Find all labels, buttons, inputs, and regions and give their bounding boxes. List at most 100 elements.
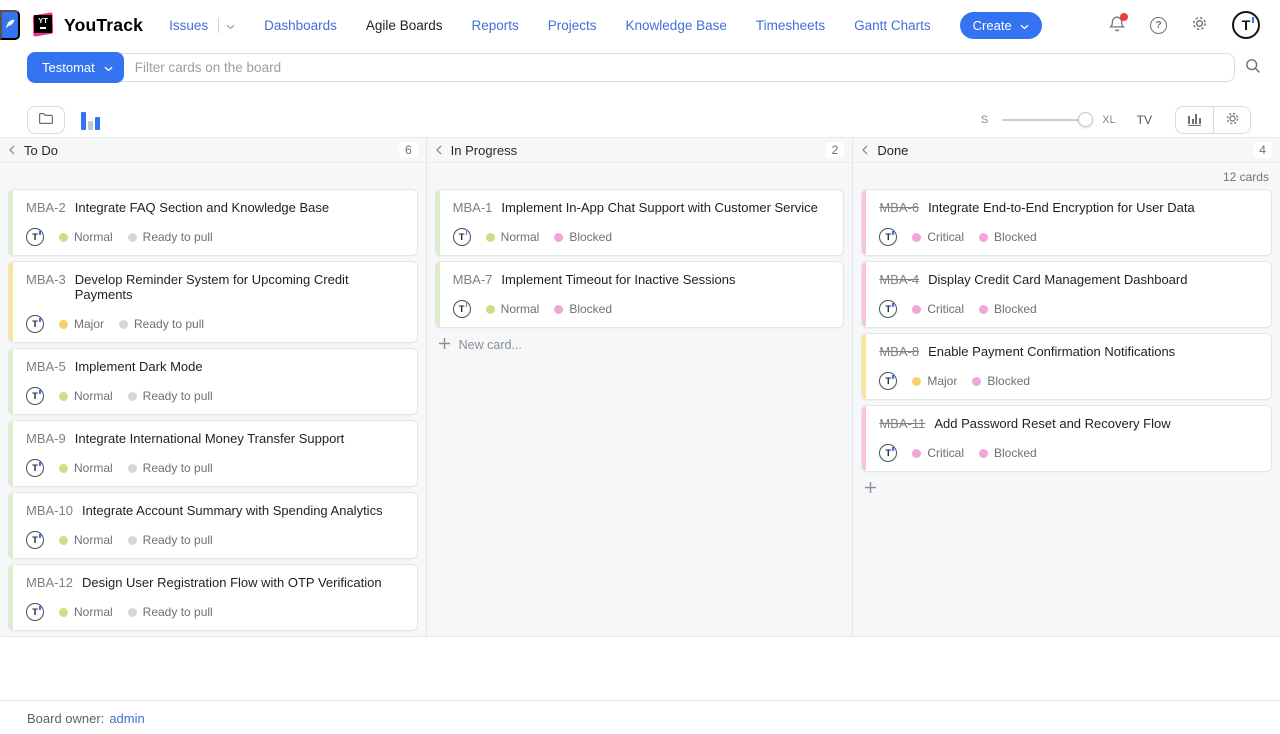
assignee-avatar[interactable]: T — [879, 444, 897, 462]
filter-input[interactable] — [123, 60, 1234, 75]
nav-item[interactable]: Gantt Charts — [854, 18, 931, 33]
board-footer: Board owner: admin — [0, 700, 1280, 726]
issue-card[interactable]: MBA-11 Add Password Reset and Recovery F… — [861, 405, 1272, 472]
priority-label: Critical — [927, 230, 964, 244]
issue-card[interactable]: MBA-7 Implement Timeout for Inactive Ses… — [435, 261, 845, 328]
issue-card[interactable]: MBA-8 Enable Payment Confirmation Notifi… — [861, 333, 1272, 400]
column-collapse-button[interactable] — [8, 143, 16, 158]
priority-label: Normal — [74, 461, 113, 475]
youtrack-logo[interactable]: YT — [32, 12, 56, 38]
card-avatar-letter: T — [885, 304, 891, 315]
chevron-left-icon — [861, 143, 869, 158]
settings-button[interactable] — [1191, 15, 1208, 35]
avatar-accent-mark — [892, 447, 894, 451]
avatar-accent-mark — [466, 231, 468, 235]
priority-badge: Major — [59, 317, 104, 331]
nav-item[interactable]: Projects — [548, 18, 597, 33]
priority-label: Critical — [927, 302, 964, 316]
assignee-avatar[interactable]: T — [453, 228, 471, 246]
assignee-avatar[interactable]: T — [879, 372, 897, 390]
feather-icon — [4, 18, 16, 33]
chevron-left-icon — [435, 143, 443, 158]
avatar-letter: T — [1242, 17, 1251, 33]
card-title: Design User Registration Flow with OTP V… — [82, 575, 382, 590]
state-dot — [128, 464, 137, 473]
sidebar-toggle-button[interactable] — [0, 10, 20, 40]
board-owner-link[interactable]: admin — [109, 711, 144, 726]
board-body: MBA-2 Integrate FAQ Section and Knowledg… — [0, 163, 1280, 636]
card-avatar-letter: T — [32, 319, 38, 330]
assignee-avatar[interactable]: T — [26, 315, 44, 333]
assignee-avatar[interactable]: T — [26, 459, 44, 477]
board-folder-button[interactable] — [27, 106, 65, 134]
assignee-avatar[interactable]: T — [453, 300, 471, 318]
assignee-avatar[interactable]: T — [26, 228, 44, 246]
nav-item[interactable]: Dashboards — [264, 18, 337, 33]
state-badge: Blocked — [554, 230, 612, 244]
state-dot — [119, 320, 128, 329]
assignee-avatar[interactable]: T — [26, 387, 44, 405]
add-card-button[interactable]: New card... — [438, 337, 845, 353]
slider-handle[interactable] — [1078, 112, 1093, 127]
card-size-max-label: XL — [1102, 114, 1115, 126]
card-id: MBA-11 — [879, 416, 925, 431]
column-collapse-button[interactable] — [435, 143, 443, 158]
state-dot — [979, 449, 988, 458]
issue-card[interactable]: MBA-2 Integrate FAQ Section and Knowledg… — [8, 189, 418, 256]
issue-card[interactable]: MBA-6 Integrate End-to-End Encryption fo… — [861, 189, 1272, 256]
card-size-slider[interactable] — [1002, 119, 1090, 121]
priority-badge: Normal — [59, 461, 113, 475]
help-button[interactable]: ? — [1150, 17, 1167, 34]
create-button[interactable]: Create — [960, 12, 1042, 39]
assignee-avatar[interactable]: T — [26, 603, 44, 621]
issue-card[interactable]: MBA-3 Develop Reminder System for Upcomi… — [8, 261, 418, 343]
nav-item[interactable]: Agile Boards — [366, 18, 443, 33]
issue-card[interactable]: MBA-4 Display Credit Card Management Das… — [861, 261, 1272, 328]
state-dot — [979, 305, 988, 314]
notification-dot — [1120, 13, 1128, 21]
board-header: To Do 6 In Progress 2 Done 4 — [0, 138, 1280, 163]
column-collapse-button[interactable] — [861, 143, 869, 158]
issue-card[interactable]: MBA-9 Integrate International Money Tran… — [8, 420, 418, 487]
add-card-button[interactable] — [864, 481, 1272, 497]
tv-mode-button[interactable]: TV — [1137, 113, 1152, 127]
chevron-down-icon — [104, 60, 113, 75]
card-avatar-letter: T — [32, 463, 38, 474]
notifications-button[interactable] — [1108, 15, 1126, 36]
board-toolbar: S XL TV — [27, 106, 1251, 134]
column-count: 6 — [399, 142, 418, 158]
issue-card[interactable]: MBA-5 Implement Dark Mode T Normal Ready… — [8, 348, 418, 415]
priority-label: Critical — [927, 446, 964, 460]
card-priority-stripe — [862, 262, 866, 327]
assignee-avatar[interactable]: T — [879, 300, 897, 318]
nav-item-label: Issues — [169, 18, 208, 33]
search-icon — [1245, 58, 1261, 77]
issue-card[interactable]: MBA-1 Implement In-App Chat Support with… — [435, 189, 845, 256]
chevron-down-icon — [1020, 18, 1029, 33]
card-priority-stripe — [436, 262, 440, 327]
nav-item[interactable]: Issues — [169, 18, 235, 33]
board-settings-button[interactable] — [1213, 107, 1250, 133]
gear-icon — [1191, 15, 1208, 35]
issue-card[interactable]: MBA-10 Integrate Account Summary with Sp… — [8, 492, 418, 559]
issue-card[interactable]: MBA-12 Design User Registration Flow wit… — [8, 564, 418, 631]
card-avatar-letter: T — [32, 232, 38, 243]
board-chart-button[interactable] — [1176, 107, 1213, 133]
user-avatar[interactable]: T — [1232, 11, 1260, 39]
nav-item[interactable]: Knowledge Base — [626, 18, 727, 33]
assignee-avatar[interactable]: T — [879, 228, 897, 246]
card-avatar-letter: T — [885, 448, 891, 459]
card-list: MBA-2 Integrate FAQ Section and Knowledg… — [8, 189, 418, 636]
priority-dot — [486, 305, 495, 314]
chart-view-toggle[interactable] — [81, 111, 100, 130]
assignee-avatar[interactable]: T — [26, 531, 44, 549]
card-id: MBA-8 — [879, 344, 919, 359]
nav-item-dropdown[interactable] — [208, 18, 235, 33]
column-count: 2 — [826, 142, 845, 158]
search-button[interactable] — [1245, 58, 1261, 77]
nav-item[interactable]: Reports — [471, 18, 518, 33]
nav-item[interactable]: Timesheets — [756, 18, 825, 33]
card-list: MBA-6 Integrate End-to-End Encryption fo… — [861, 189, 1272, 477]
priority-badge: Critical — [912, 446, 964, 460]
project-selector-button[interactable]: Testomat — [27, 52, 124, 83]
